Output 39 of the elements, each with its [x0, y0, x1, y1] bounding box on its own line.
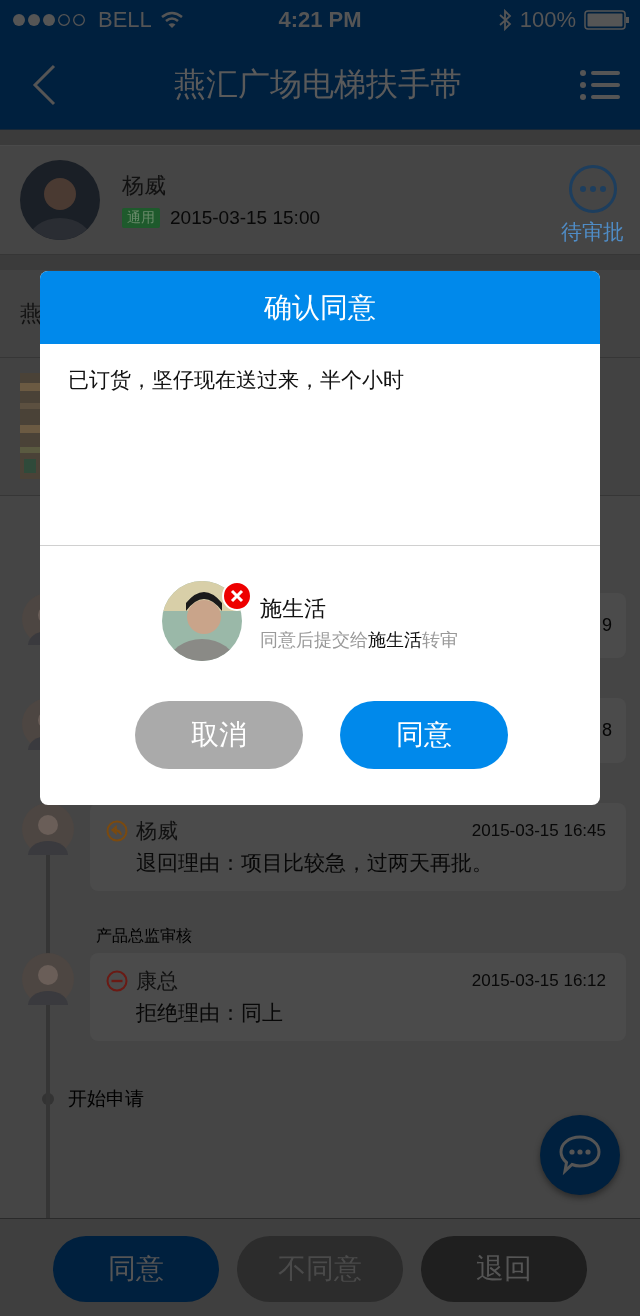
chat-button[interactable]	[540, 1115, 620, 1195]
wifi-icon	[159, 11, 184, 29]
bluetooth-icon	[497, 9, 512, 31]
page-title: 燕汇广场电梯扶手带	[174, 63, 462, 105]
avatar	[22, 803, 74, 855]
history-time: 8	[602, 720, 612, 741]
history-reason: 退回理由：项目比较急，过两天再批。	[135, 850, 494, 877]
comment-text[interactable]: 已订货，坚仔现在送过来，半个小时	[68, 368, 404, 392]
battery-percent: 100%	[519, 7, 576, 33]
next-approver-name: 施生活	[260, 595, 327, 623]
approver-note: 同意后提交给施生活转审	[260, 628, 458, 652]
avatar	[22, 953, 74, 1005]
request-time: 2015-03-15 15:00	[170, 207, 320, 229]
menu-button[interactable]	[580, 69, 620, 100]
chat-icon	[558, 1134, 602, 1176]
menu-icon	[580, 69, 620, 100]
reject-icon	[106, 970, 128, 992]
history-time: 9	[602, 615, 612, 636]
carrier-name: BELL	[98, 7, 152, 33]
start-label: 开始申请	[68, 1086, 144, 1111]
clock: 4:21 PM	[278, 7, 362, 33]
back-button[interactable]	[32, 63, 56, 106]
close-icon	[229, 588, 245, 604]
history-reason: 拒绝理由：同上	[135, 1000, 284, 1027]
battery-icon	[584, 10, 630, 30]
return-icon	[106, 820, 128, 842]
back-icon	[32, 63, 56, 106]
dialog-title: 确认同意	[264, 289, 376, 326]
dialog-button[interactable]: 取消	[134, 701, 303, 769]
action-button[interactable]: 同意	[53, 1235, 219, 1302]
status-label: 待审批	[561, 219, 624, 246]
history-time: 2015-03-15 16:12	[471, 971, 606, 991]
stage-label: 产品总监审核	[96, 926, 193, 947]
approver-name: 康总	[136, 968, 179, 995]
history-time: 2015-03-15 16:45	[471, 821, 606, 841]
more-icon	[567, 164, 618, 214]
category-tag: 通用	[122, 208, 160, 228]
dialog-button[interactable]: 同意	[339, 701, 508, 769]
approver-name: 杨威	[136, 818, 179, 845]
